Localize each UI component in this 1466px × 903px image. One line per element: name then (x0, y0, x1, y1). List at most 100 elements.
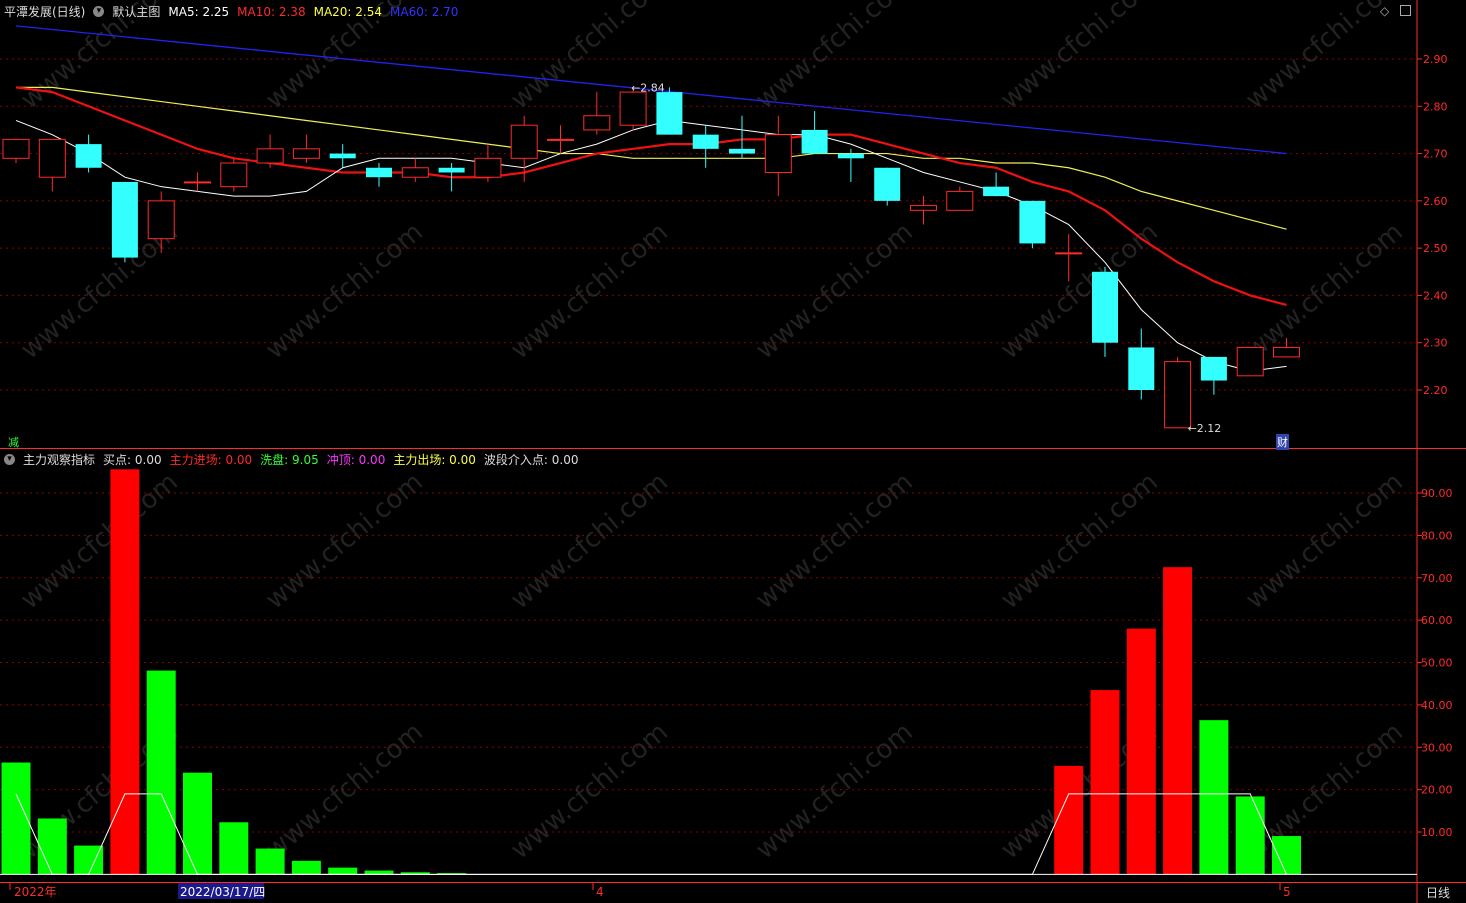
indicator-name[interactable]: 主力观察指标 (23, 451, 95, 468)
washout-bar (328, 867, 358, 875)
watermark-text: www.cfchi.com (995, 467, 1164, 615)
washout-bar (364, 870, 394, 875)
indicator-header: ▾ 主力观察指标 买点: 0.00 主力进场: 0.00 洗盘: 9.05 冲顶… (4, 451, 586, 468)
candle-body (401, 167, 429, 178)
candle-body (692, 134, 719, 149)
ma10-label: MA10: 2.38 (237, 4, 306, 19)
watermark-text: www.cfchi.com (1240, 717, 1409, 865)
candle-body (1164, 361, 1192, 429)
candle-body (547, 138, 574, 141)
candle-body (1128, 347, 1155, 390)
watermark-text: www.cfchi.com (1240, 217, 1409, 365)
candle-body (1273, 346, 1300, 358)
indicator-tick-label: 70.00 (1421, 572, 1453, 585)
candle-body (729, 148, 755, 154)
washout-bar (291, 860, 321, 875)
top-label: 冲顶: 0.00 (326, 453, 386, 467)
watermark-text: www.cfchi.com (15, 217, 184, 365)
indicator-tick-label: 20.00 (1421, 784, 1453, 797)
main-force-entry-bar (1126, 628, 1156, 875)
main-force-entry-label: 主力进场: 0.00 (169, 453, 253, 467)
indicator-tick-label: 10.00 (1421, 826, 1453, 839)
indicator-tick-label: 50.00 (1421, 657, 1453, 670)
swing-entry-label: 波段介入点: 0.00 (483, 453, 579, 467)
price-tick-label: 2.30 (1423, 337, 1448, 350)
watermark-text: www.cfchi.com (750, 467, 919, 615)
candle-body (329, 153, 356, 159)
washout-bar (219, 822, 249, 875)
price-tick-label: 2.40 (1423, 289, 1448, 302)
price-tick-label: 2.80 (1423, 100, 1448, 113)
main-force-entry-bar (1163, 567, 1193, 875)
watermark-text: www.cfchi.com (260, 467, 429, 615)
watermark-text: www.cfchi.com (15, 467, 184, 615)
washout-bar (74, 845, 104, 875)
chevron-down-icon[interactable]: ▾ (4, 454, 15, 465)
candle-body (1055, 252, 1083, 255)
candle-body (438, 167, 465, 173)
candle-body (801, 129, 828, 154)
washout-bar (1, 762, 31, 875)
main-force-entry-bar (1054, 765, 1084, 875)
period-label[interactable]: 日线 (1426, 884, 1450, 901)
price-tick-label: 2.90 (1423, 53, 1448, 66)
main-force-entry-bar (1090, 690, 1120, 875)
candle-body (184, 181, 211, 184)
watermark-text: www.cfchi.com (750, 0, 919, 115)
candle-body (656, 92, 683, 135)
watermark-text: www.cfchi.com (995, 0, 1164, 115)
indicator-tick-label: 80.00 (1421, 529, 1453, 542)
indicator-tick-label: 60.00 (1421, 614, 1453, 627)
watermark-text: www.cfchi.com (260, 717, 429, 865)
candle-body (874, 167, 901, 201)
diamond-icon[interactable]: ◇ (1380, 4, 1389, 18)
indicator-tick-label: 40.00 (1421, 699, 1453, 712)
ma5-label: MA5: 2.25 (168, 4, 230, 19)
chevron-down-icon[interactable]: ▾ (93, 6, 105, 17)
main-force-entry-bar (110, 469, 140, 875)
year-label: 2022年 (14, 885, 57, 899)
watermark-text: www.cfchi.com (750, 717, 919, 865)
price-tick-label: 2.50 (1423, 242, 1448, 255)
candle-body (983, 186, 1010, 197)
month-label: 5 (1283, 885, 1291, 899)
ma60-label: MA60: 2.70 (390, 4, 459, 19)
low-annotation: ←2.12 (1188, 422, 1222, 435)
high-annotation: ←2.84 (631, 81, 665, 94)
candle-body (220, 162, 248, 188)
candle-body (910, 205, 937, 211)
crosshair-date-label: 2022/03/17/四 (180, 885, 265, 899)
candle-body (38, 138, 66, 178)
month-label: 4 (596, 885, 604, 899)
indicator-tick-label: 90.00 (1421, 487, 1453, 500)
buy-point-label: 买点: 0.00 (103, 453, 162, 467)
candle-body (2, 138, 30, 159)
panel-toggle-icon[interactable] (1400, 5, 1411, 16)
candle-body (1092, 271, 1118, 343)
main-chart-label[interactable]: 默认主图 (112, 3, 160, 20)
washout-bar (1199, 720, 1229, 875)
watermark-text: www.cfchi.com (1240, 467, 1409, 615)
candle-body (510, 124, 538, 159)
washout-bar (255, 848, 285, 875)
finance-marker[interactable]: 财 (1276, 434, 1289, 450)
stock-title[interactable]: 平潭发展(日线) (4, 3, 85, 20)
candle-body (946, 190, 974, 211)
washout-bar (183, 772, 212, 875)
washout-bar (1272, 836, 1301, 875)
reduce-marker[interactable]: 减 (8, 434, 19, 450)
main-header: 平潭发展(日线) ▾ 默认主图 MA5: 2.25 MA10: 2.38 MA2… (4, 3, 466, 20)
candle-body (1236, 346, 1264, 377)
price-tick-label: 2.20 (1423, 384, 1448, 397)
price-tick-label: 2.70 (1423, 148, 1448, 161)
washout-bar (1235, 796, 1265, 875)
candle-body (474, 157, 502, 178)
candle-body (256, 148, 284, 164)
ma20-line (16, 86, 1287, 230)
candle-body (837, 153, 864, 159)
candle-body (1200, 356, 1227, 381)
candle-body (147, 200, 175, 240)
candle-body (583, 115, 611, 131)
main-force-exit-label: 主力出场: 0.00 (393, 453, 476, 467)
candle-body (75, 144, 102, 168)
